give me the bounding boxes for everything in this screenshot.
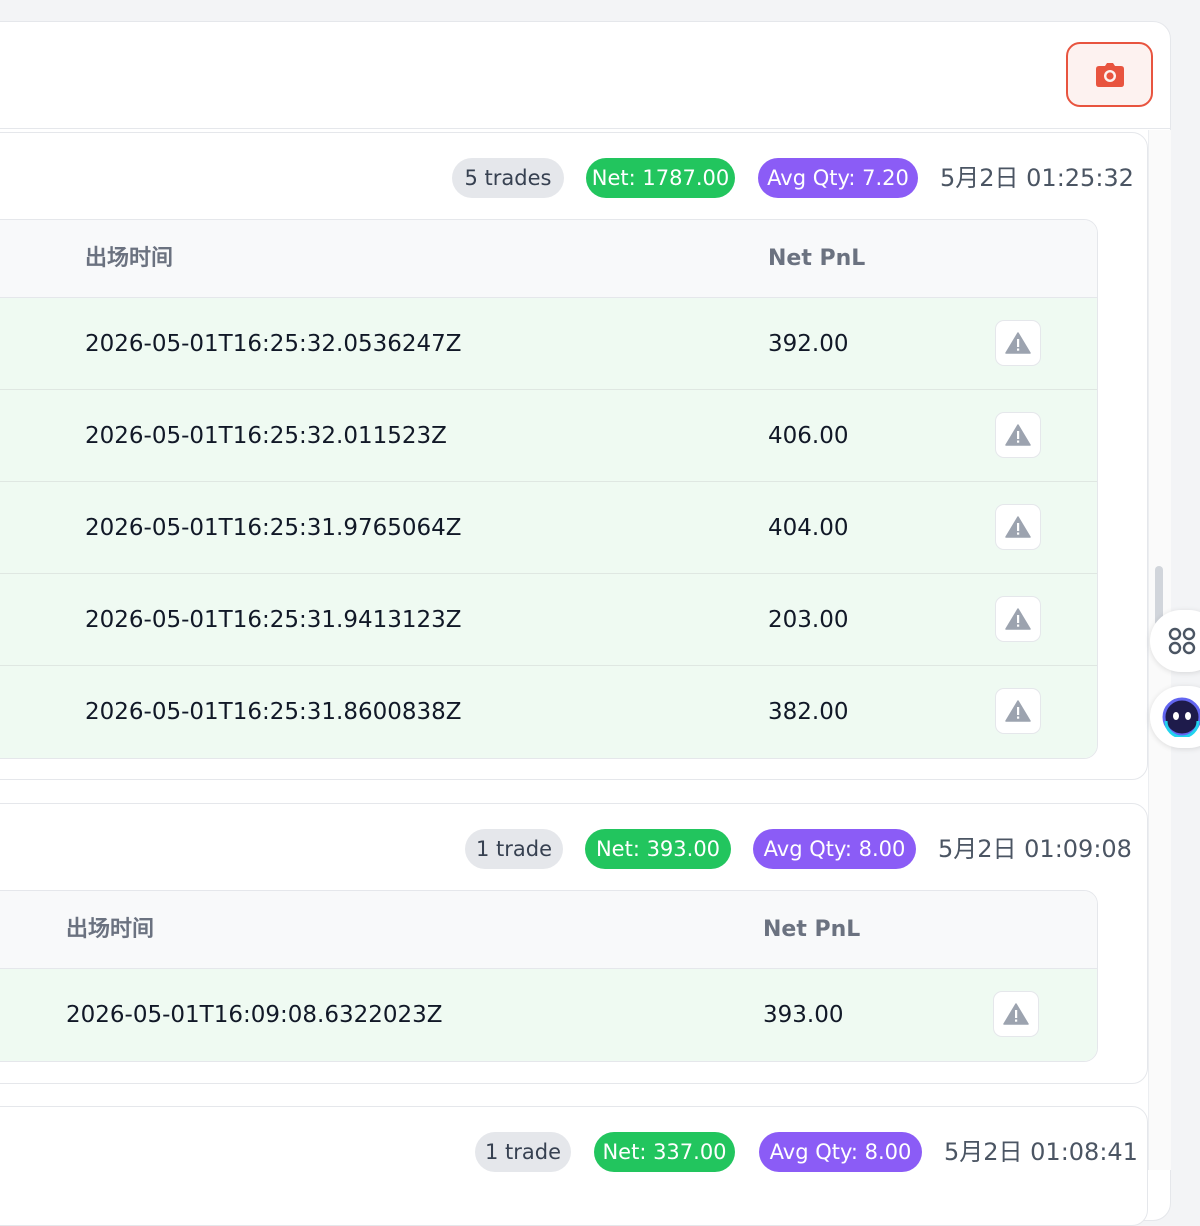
trade-group: 1 trade Net: 337.00 Avg Qty: 8.00 5月2日 0… (0, 1106, 1148, 1226)
exit-time-cell: 2026-05-01T16:25:32.011523Z (85, 423, 447, 449)
table-header: 出场时间 Net PnL (0, 220, 1097, 298)
trade-count-badge: 1 trade (465, 829, 563, 869)
camera-icon (1095, 62, 1124, 87)
column-header-exit-time: 出场时间 (66, 917, 155, 942)
warning-icon (1005, 516, 1031, 538)
avg-qty-badge: Avg Qty: 7.20 (758, 158, 918, 198)
exit-time-cell: 2026-05-01T16:25:31.9765064Z (85, 515, 462, 541)
exit-time-cell: 2026-05-01T16:25:31.9413123Z (85, 607, 462, 633)
trade-group: 1 trade Net: 393.00 Avg Qty: 8.00 5月2日 0… (0, 803, 1148, 1084)
warning-button[interactable] (993, 991, 1039, 1037)
warning-button[interactable] (995, 504, 1041, 550)
warning-icon (1005, 424, 1031, 446)
table-row[interactable]: 2026-05-01T16:25:31.9413123Z 203.00 (0, 574, 1097, 666)
avg-qty-badge: Avg Qty: 8.00 (753, 829, 916, 869)
column-header-exit-time: 出场时间 (85, 246, 174, 271)
warning-icon (1005, 700, 1031, 722)
group-timestamp: 5月2日 01:09:08 (938, 835, 1132, 863)
net-pnl-cell: 392.00 (768, 331, 849, 357)
warning-button[interactable] (995, 412, 1041, 458)
net-pnl-cell: 203.00 (768, 607, 849, 633)
group-timestamp: 5月2日 01:25:32 (940, 164, 1134, 192)
column-header-net-pnl: Net PnL (763, 917, 861, 942)
net-pnl-cell: 404.00 (768, 515, 849, 541)
net-pnl-cell: 406.00 (768, 423, 849, 449)
group-timestamp: 5月2日 01:08:41 (944, 1138, 1138, 1166)
exit-time-cell: 2026-05-01T16:25:31.8600838Z (85, 699, 462, 725)
trade-group: 5 trades Net: 1787.00 Avg Qty: 7.20 5月2日… (0, 132, 1148, 780)
trades-table: 出场时间 Net PnL 2026-05-01T16:25:32.0536247… (0, 219, 1098, 759)
trade-count-badge: 1 trade (475, 1132, 571, 1172)
warning-button[interactable] (995, 320, 1041, 366)
toolbar (0, 21, 1170, 129)
table-row[interactable]: 2026-05-01T16:25:31.8600838Z 382.00 (0, 666, 1097, 758)
table-row[interactable]: 2026-05-01T16:25:31.9765064Z 404.00 (0, 482, 1097, 574)
exit-time-cell: 2026-05-01T16:09:08.6322023Z (66, 1002, 443, 1028)
assistant-avatar-icon (1162, 697, 1200, 737)
net-badge: Net: 393.00 (585, 829, 731, 869)
warning-button[interactable] (995, 688, 1041, 734)
net-badge: Net: 1787.00 (586, 158, 735, 198)
table-row[interactable]: 2026-05-01T16:09:08.6322023Z 393.00 (0, 969, 1097, 1061)
table-header: 出场时间 Net PnL (0, 891, 1097, 969)
net-pnl-cell: 382.00 (768, 699, 849, 725)
table-row[interactable]: 2026-05-01T16:25:32.0536247Z 392.00 (0, 298, 1097, 390)
warning-icon (1005, 608, 1031, 630)
column-header-net-pnl: Net PnL (768, 246, 866, 271)
trades-table: 出场时间 Net PnL 2026-05-01T16:09:08.6322023… (0, 890, 1098, 1062)
screenshot-button[interactable] (1066, 42, 1153, 107)
warning-icon (1003, 1003, 1029, 1025)
warning-icon (1005, 332, 1031, 354)
trade-count-badge: 5 trades (452, 158, 564, 198)
avg-qty-badge: Avg Qty: 8.00 (759, 1132, 922, 1172)
net-badge: Net: 337.00 (594, 1132, 735, 1172)
exit-time-cell: 2026-05-01T16:25:32.0536247Z (85, 331, 462, 357)
net-pnl-cell: 393.00 (763, 1002, 844, 1028)
table-row[interactable]: 2026-05-01T16:25:32.011523Z 406.00 (0, 390, 1097, 482)
warning-button[interactable] (995, 596, 1041, 642)
command-icon (1168, 627, 1196, 655)
